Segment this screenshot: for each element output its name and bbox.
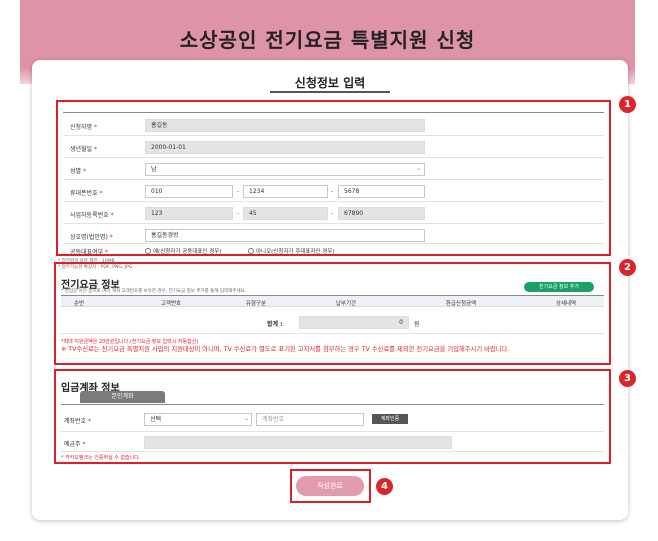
phone-field-3[interactable]: 5678	[338, 185, 425, 198]
col-refund: 환급신청금액	[445, 301, 477, 307]
radio-icon	[145, 248, 151, 254]
applicant-section: 신청자명 * 홍길동 생년월일 * 2000-01-01 성별 * 남 ⌄ 휴대…	[56, 100, 611, 256]
name-row: 신청자명 * 홍길동	[58, 117, 598, 133]
col-index: 순번	[73, 301, 85, 307]
card-title: 신청정보 입력	[294, 76, 366, 90]
submit-button[interactable]: 작성완료	[296, 476, 364, 496]
bizno-field-2[interactable]: 45	[243, 207, 328, 220]
bizno-row: 사업자등록번호 * 123 - 45 - 67890	[58, 205, 598, 221]
corep-row: 공동대표여부 * 예(신청자가 공동대표인 경우) 아니오(신청자가 주대표자인…	[70, 247, 335, 256]
electric-section: 전기요금 정보 * 영업장 이전 등으로 여러 계좌 고객번호를 보유한 경우,…	[54, 262, 611, 365]
electric-desc: * 영업장 이전 등으로 여러 계좌 고객번호를 보유한 경우, 전기요금 정보…	[61, 289, 247, 294]
holder-field	[144, 436, 452, 449]
total-row: 합계 : 0 원	[61, 314, 604, 330]
col-detail: 상세내역	[555, 301, 577, 307]
badge-2: 2	[619, 259, 636, 276]
verify-account-button[interactable]: 계좌인증	[372, 414, 408, 424]
phone-field-2[interactable]: 1234	[243, 185, 328, 198]
account-number-input[interactable]: 계좌번호	[256, 413, 364, 426]
corep-yes-radio[interactable]: 예(신청자가 공동대표인 경우)	[145, 247, 222, 255]
bizno-field-3[interactable]: 67890	[338, 207, 425, 220]
tv-fee-note: ※ TV수신료는 전기요금 특별지원 사업의 지원대상이 아니며, TV 수신료…	[61, 346, 510, 353]
holder-row: 예금주 *	[56, 434, 596, 450]
badge-4: 4	[376, 478, 393, 495]
page-title: 소상공인 전기요금 특별지원 신청	[179, 28, 476, 52]
total-unit: 원	[414, 321, 420, 328]
radio-icon	[248, 248, 254, 254]
form-card: 신청정보 입력 신청자명 * 홍길동 생년월일 * 2000-01-01 성별 …	[32, 60, 636, 520]
phone-row: 휴대폰번호 * 010 - 1234 - 5678	[58, 183, 598, 199]
company-field[interactable]: 홍길동경방	[145, 229, 425, 242]
bank-select[interactable]: 선택	[144, 413, 252, 426]
birth-row: 생년월일 * 2000-01-01	[58, 139, 598, 155]
chevron-down-icon: ⌄	[244, 415, 250, 422]
account-section: 입금계좌 정보 본인계좌 계좌번호 * 선택 ⌄ 계좌번호 계좌인증 예금주 *…	[54, 369, 611, 464]
add-electric-button[interactable]: 전기요금 정보 추가	[524, 282, 594, 292]
col-customer-no: 고객번호	[160, 301, 182, 307]
badge-1: 1	[619, 96, 636, 113]
phone-field-1[interactable]: 010	[145, 185, 233, 198]
kakao-note: * 카카오뱅크는 인증하실 수 없습니다.	[61, 455, 141, 461]
birth-field[interactable]: 2000-01-01	[145, 141, 425, 154]
tab-own-account[interactable]: 본인계좌	[80, 391, 165, 403]
corep-no-radio[interactable]: 아니오(신청자가 주대표자인 경우)	[248, 247, 335, 255]
bizno-field-1[interactable]: 123	[145, 207, 233, 220]
col-type: 유형구분	[245, 301, 267, 307]
col-period: 납부기간	[335, 301, 357, 307]
acct-row: 계좌번호 * 선택 ⌄ 계좌번호 계좌인증	[56, 411, 596, 427]
gender-select[interactable]: 남	[145, 163, 425, 176]
chevron-down-icon: ⌄	[416, 165, 422, 172]
total-field: 0	[299, 316, 409, 329]
total-label: 합계 :	[267, 321, 283, 328]
company-row: 상호명(법인명) * 홍길동경방	[58, 227, 598, 243]
electric-table-header: 순번 고객번호 유형구분 납부기간 환급신청금액 상세내역	[61, 295, 604, 307]
max-support-note: *최대 지원금액은 20만원입니다.(전기요금 정보 입력시 자동합산)	[61, 339, 199, 345]
badge-3: 3	[619, 370, 636, 387]
name-field[interactable]: 홍길동	[145, 119, 425, 132]
gender-row: 성별 * 남 ⌄	[58, 161, 598, 177]
